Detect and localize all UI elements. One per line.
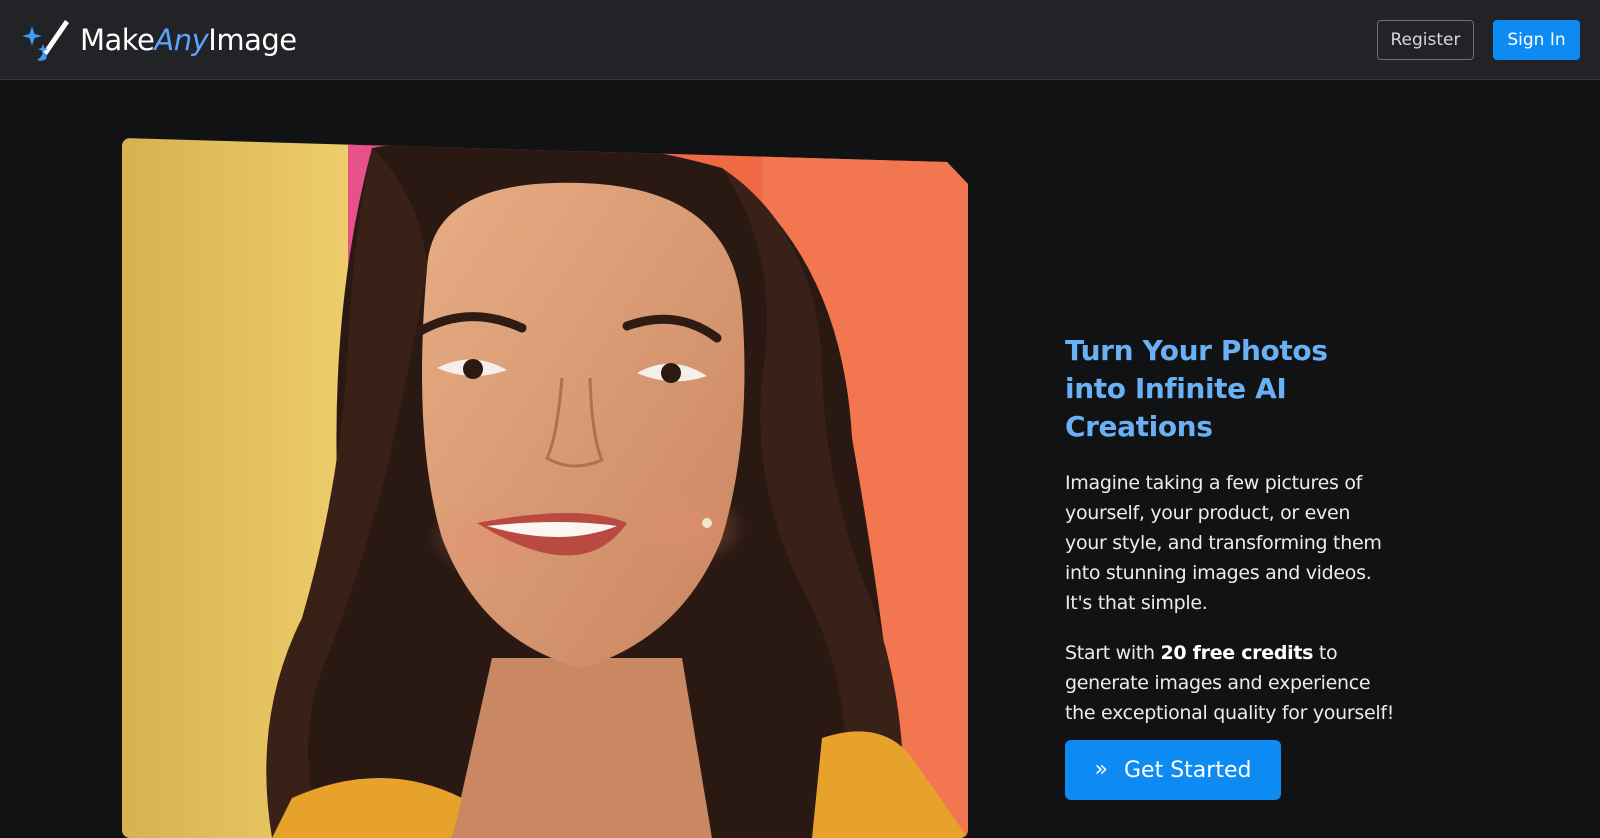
brand-name: MakeAnyImage: [80, 23, 297, 57]
hero-credits-text: Start with 20 free credits to generate i…: [1065, 638, 1395, 728]
hero-text-panel: Turn Your Photos into Infinite AI Creati…: [1065, 332, 1395, 728]
double-chevron-right-icon: »: [1094, 757, 1108, 782]
brand-logo[interactable]: MakeAnyImage: [20, 18, 297, 62]
brand-image: Image: [208, 23, 297, 57]
register-button[interactable]: Register: [1377, 20, 1474, 60]
sign-in-button[interactable]: Sign In: [1493, 20, 1580, 60]
free-credits-highlight: 20 free credits: [1160, 642, 1314, 664]
hero-title: Turn Your Photos into Infinite AI Creati…: [1065, 334, 1328, 443]
brand-make: Make: [80, 23, 155, 57]
get-started-label: Get Started: [1124, 757, 1252, 783]
credits-text-before: Start with: [1065, 642, 1161, 664]
hero-portrait-image: [122, 138, 968, 838]
navbar: MakeAnyImage Register Sign In: [0, 0, 1600, 80]
hero-description: Imagine taking a few pictures of yoursel…: [1065, 472, 1382, 614]
magic-wand-sparkles-icon: [22, 20, 69, 61]
get-started-button[interactable]: » Get Started: [1065, 740, 1281, 800]
brand-any: Any: [154, 23, 209, 57]
